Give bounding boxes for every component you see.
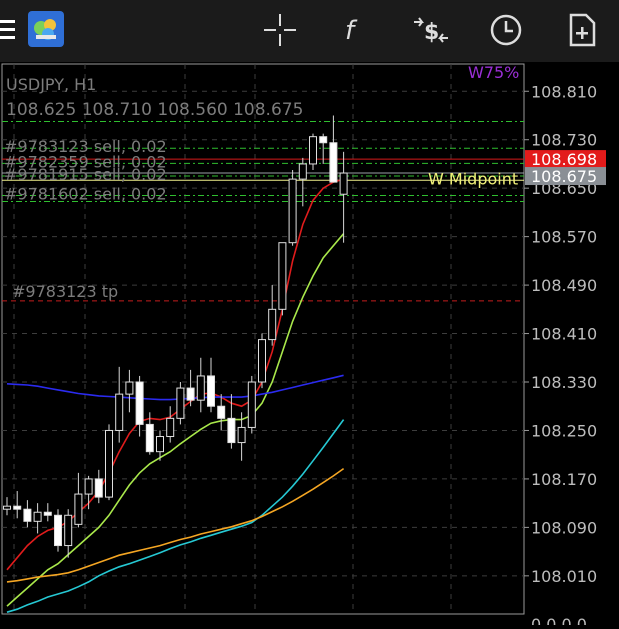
price-tick-label: 108.730 — [531, 131, 597, 150]
tp-line-label: #9783123 tp — [12, 282, 118, 301]
price-tick-label: 108.410 — [531, 325, 597, 344]
price-tick-label: 108.570 — [531, 228, 597, 247]
price-tick-label: 108.330 — [531, 373, 597, 392]
candle-body[interactable] — [217, 405, 226, 419]
candle-body[interactable] — [64, 514, 73, 547]
candle-body[interactable] — [166, 417, 175, 438]
trade-dollar-arrows-icon[interactable]: $ — [410, 12, 452, 48]
candle-body[interactable] — [339, 172, 348, 195]
candle-body[interactable] — [278, 242, 287, 310]
candle-body[interactable] — [258, 339, 266, 383]
svg-text:$: $ — [424, 20, 439, 45]
candle-body[interactable] — [227, 417, 236, 444]
symbol-timeframe-label: USDJPY, H1 — [6, 75, 96, 94]
order-line-label: #9781602 sell, 0.02 — [4, 184, 167, 203]
new-document-icon[interactable] — [564, 12, 600, 48]
candle-body[interactable] — [94, 478, 103, 498]
candle-body[interactable] — [196, 375, 205, 401]
price-tick-label: 108.810 — [531, 82, 597, 101]
candle-body[interactable] — [43, 511, 52, 516]
candle-body[interactable] — [176, 387, 185, 419]
svg-text:f: f — [345, 16, 358, 46]
price-tag-label: 108.675 — [531, 167, 597, 186]
metatrader-logo-icon[interactable] — [28, 11, 64, 47]
candle-body[interactable] — [309, 136, 317, 165]
candle-body[interactable] — [115, 393, 124, 431]
price-tick-label: 108.490 — [531, 276, 597, 295]
crosshair-icon[interactable] — [262, 12, 298, 48]
chart-canvas[interactable]: 108.810108.730108.650108.570108.490108.4… — [0, 62, 619, 629]
candle-body[interactable] — [135, 381, 144, 425]
candle-body[interactable] — [145, 423, 154, 453]
candle-body[interactable] — [329, 142, 338, 183]
menu-icon[interactable] — [0, 14, 18, 46]
candle-body[interactable] — [288, 178, 297, 244]
candle-body[interactable] — [54, 514, 62, 547]
candle-body[interactable] — [207, 375, 215, 407]
price-tick-label-partial: 0.0.0.0 — [531, 615, 587, 625]
top-toolbar: f $ — [0, 0, 619, 62]
candle-body[interactable] — [268, 308, 277, 341]
candle-body[interactable] — [186, 387, 195, 401]
candle-body[interactable] — [84, 478, 93, 495]
candle-body[interactable] — [237, 426, 246, 444]
candle-body[interactable] — [247, 381, 256, 428]
price-tick-label: 108.010 — [531, 567, 597, 586]
price-tick-label: 108.090 — [531, 518, 597, 537]
clock-timeframe-icon[interactable] — [488, 12, 524, 48]
candle-body[interactable] — [298, 163, 307, 180]
price-chart[interactable]: 108.810 108.730 108.650 108.570 108.490 108.4… — [0, 62, 619, 629]
candle-body[interactable] — [319, 136, 328, 144]
candle-body[interactable] — [3, 505, 11, 510]
moving-average-line — [6, 374, 344, 401]
order-line-label: #9781915 sell, 0.02 — [4, 165, 167, 184]
candle-body[interactable] — [13, 505, 22, 510]
ohlc-label: 108.625 108.710 108.560 108.675 — [6, 100, 303, 120]
candle-body[interactable] — [105, 429, 113, 498]
candle-body[interactable] — [23, 508, 32, 522]
candle-body[interactable] — [74, 493, 83, 525]
price-tick-label: 108.250 — [531, 421, 597, 440]
indicators-f-icon[interactable]: f — [336, 12, 372, 48]
midpoint-label: W Midpoint — [428, 169, 518, 188]
candle-body[interactable] — [125, 381, 134, 395]
candle-body[interactable] — [156, 436, 164, 453]
indicator-label: W75% — [468, 63, 519, 82]
price-tick-label: 108.170 — [531, 470, 597, 489]
candle-body[interactable] — [33, 511, 42, 522]
